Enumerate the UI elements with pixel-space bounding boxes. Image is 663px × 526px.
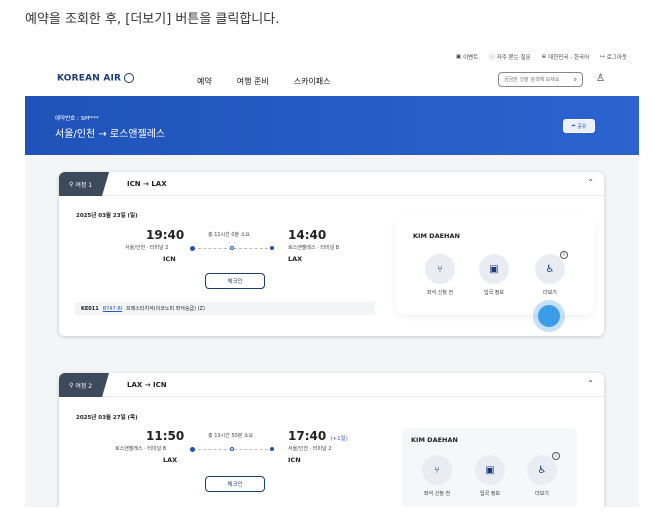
seat-service-button[interactable]: ⑂ 좌석 신청 전	[420, 455, 454, 497]
nav-travel-prep[interactable]: 여행 준비	[237, 76, 269, 87]
cabin-class: 프레스티지석(이코노미 좌석승급) (Z)	[126, 306, 205, 312]
aircraft-link[interactable]: B747-8i	[103, 306, 122, 312]
departure-time: 11:50	[146, 429, 185, 443]
trip-legs: LAX → ICN	[127, 381, 167, 389]
passenger-service-panel: KIM DAEHAN ⑂ 좌석 신청 전 ▣ 입국 정보 ♿ i 더보기	[400, 218, 590, 310]
checkin-button[interactable]: 체크인	[205, 273, 265, 289]
globe-icon: ⊕	[541, 54, 547, 60]
arrival-city: 로스앤젤레스 · 터미널 B	[288, 245, 340, 251]
entry-info-button[interactable]: ▣ 입국 정보	[477, 254, 511, 296]
passenger-name: KIM DAEHAN	[413, 232, 460, 240]
share-button[interactable]: ➦ 공유	[563, 119, 595, 133]
faq-link[interactable]: ⓘ 자주 묻는 질문	[489, 53, 530, 61]
search-input[interactable]: 궁금한 것을 검색해 보세요 ⌕	[498, 72, 583, 87]
stop-marker	[230, 447, 234, 451]
seat-icon: ⑂	[422, 455, 452, 485]
more-button[interactable]: ♿ i 더보기	[533, 251, 568, 296]
passport-icon: ▣	[475, 455, 505, 485]
nav-reservation[interactable]: 예약	[197, 76, 212, 87]
flight-duration: 총 13시간 50분 소요	[208, 433, 254, 439]
departure-city: 로스앤젤레스 · 터미널 B	[115, 446, 167, 452]
more-services-icon: ♿ i	[535, 251, 568, 284]
flight-date: 2025년 03월 27일 (목)	[76, 415, 138, 421]
flight-duration: 총 11시간 0분 소요	[208, 232, 250, 238]
arrival-time: 17:40 (+1일)	[288, 429, 348, 443]
stop-marker	[230, 246, 234, 250]
departure-code: LAX	[163, 456, 178, 464]
utility-menu: ▣ 이벤트 ⓘ 자주 묻는 질문 ⊕ 대한민국 - 한국어 ↦ 로그아웃	[456, 53, 627, 61]
chevron-up-icon[interactable]: ⌃	[587, 379, 594, 388]
passenger-service-panel-2: KIM DAEHAN ⑂ 좌석 신청 전 ▣ 입국 정보 ♿ i 더보기	[402, 428, 577, 507]
plane-icon	[190, 447, 195, 452]
pin-icon: ⚲	[69, 180, 74, 188]
search-icon[interactable]: ⌕	[574, 76, 577, 84]
arrival-code: ICN	[288, 456, 301, 464]
arrival-marker	[270, 246, 274, 250]
gift-icon: ▣	[455, 54, 462, 60]
language-link[interactable]: ⊕ 대한민국 - 한국어	[542, 53, 590, 61]
user-icon[interactable]: ♙	[596, 73, 605, 84]
trip-badge: ⚲ 여정 2	[59, 373, 109, 397]
day-offset: (+1일)	[330, 436, 348, 442]
flight-info-row: KE011 B747-8i 프레스티지석(이코노미 좌석승급) (Z)	[75, 302, 375, 315]
trip-header[interactable]: ⚲ 여정 1 ICN → LAX ⌃	[59, 172, 604, 196]
passport-icon: ▣	[479, 254, 509, 284]
seat-service-button[interactable]: ⑂ 좌석 신청 전	[423, 254, 457, 296]
arrival-city: 서울/인천 · 터미널 2	[288, 446, 332, 452]
arrival-time: 14:40	[288, 228, 327, 242]
trip-legs: ICN → LAX	[127, 180, 167, 188]
reservation-banner: 예약번호 : SPF*** 서울/인천 → 로스앤젤레스 ➦ 공유	[25, 96, 639, 155]
event-link[interactable]: ▣ 이벤트	[456, 53, 478, 61]
departure-time: 19:40	[146, 228, 185, 242]
seat-icon: ⑂	[425, 254, 455, 284]
logout-link[interactable]: ↦ 로그아웃	[600, 53, 627, 61]
reservation-route: 서울/인천 → 로스앤젤레스	[55, 129, 166, 140]
main-nav: 예약 여행 준비 스카이패스	[197, 76, 331, 87]
logout-icon: ↦	[600, 54, 605, 60]
more-button[interactable]: ♿ i 더보기	[525, 452, 560, 497]
korean-air-logo[interactable]: KOREAN AIR	[57, 73, 135, 84]
info-icon: i	[552, 452, 560, 460]
plane-icon	[190, 246, 195, 251]
checkin-button[interactable]: 체크인	[205, 476, 265, 492]
departure-code: ICN	[163, 255, 176, 263]
help-icon: ⓘ	[489, 55, 495, 61]
browser-screenshot: ▣ 이벤트 ⓘ 자주 묻는 질문 ⊕ 대한민국 - 한국어 ↦ 로그아웃 KOREAN …	[25, 45, 639, 507]
taegeuk-logo-icon	[124, 73, 135, 83]
flight-number: KE011	[81, 305, 99, 312]
nav-skypass[interactable]: 스카이패스	[294, 76, 331, 87]
click-indicator	[538, 305, 560, 327]
trip-header[interactable]: ⚲ 여정 2 LAX → ICN ⌃	[59, 373, 604, 397]
site-header: ▣ 이벤트 ⓘ 자주 묻는 질문 ⊕ 대한민국 - 한국어 ↦ 로그아웃 KOREAN …	[25, 45, 639, 155]
flight-date: 2025년 03월 23일 (일)	[76, 213, 138, 219]
instruction-caption: 예약을 조회한 후, [더보기] 버튼을 클릭합니다.	[25, 12, 280, 27]
departure-city: 서울/인천 · 터미널 2	[125, 245, 169, 251]
chevron-up-icon[interactable]: ⌃	[587, 178, 594, 187]
info-icon: i	[560, 251, 568, 259]
entry-info-button[interactable]: ▣ 입국 정보	[473, 455, 507, 497]
passenger-name: KIM DAEHAN	[411, 436, 458, 444]
trip-badge: ⚲ 여정 1	[59, 172, 109, 196]
more-services-icon: ♿ i	[527, 452, 560, 485]
share-icon: ➦	[571, 123, 576, 129]
reservation-number: 예약번호 : SPF***	[55, 116, 99, 122]
arrival-code: LAX	[288, 255, 303, 263]
pin-icon: ⚲	[69, 381, 74, 389]
arrival-marker	[270, 447, 274, 451]
